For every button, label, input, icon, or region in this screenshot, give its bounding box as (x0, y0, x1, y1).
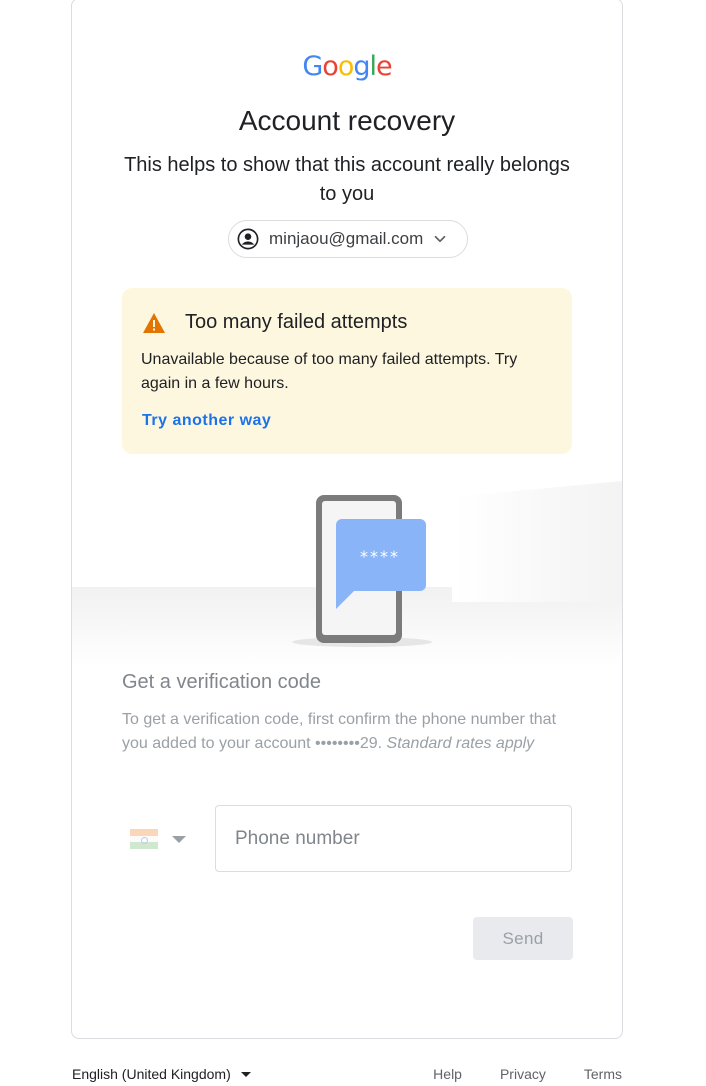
language-label: English (United Kingdom) (72, 1066, 231, 1082)
page-subtitle: This helps to show that this account rea… (124, 154, 570, 205)
bubble-code: **** (360, 547, 400, 566)
warning-box: Too many failed attempts Unavailable bec… (122, 288, 572, 454)
privacy-link[interactable]: Privacy (500, 1066, 546, 1082)
send-button[interactable]: Send (473, 917, 573, 960)
india-flag-icon (130, 829, 158, 850)
account-email: minjaou@gmail.com (269, 229, 424, 248)
phone-number-input[interactable] (215, 805, 572, 872)
account-circle-icon (237, 228, 259, 250)
terms-link[interactable]: Terms (584, 1066, 622, 1082)
chevron-down-icon (434, 235, 446, 243)
dropdown-arrow-icon (240, 1071, 251, 1077)
sms-illustration: **** (72, 481, 622, 667)
footer: English (United Kingdom) Help Privacy Te… (71, 1066, 623, 1086)
verification-description: To get a verification code, first confir… (122, 711, 557, 752)
warning-triangle-icon (143, 313, 165, 333)
country-selector[interactable] (130, 829, 186, 850)
try-another-way-link[interactable]: Try another way (142, 412, 271, 430)
page-title: Account recovery (238, 105, 456, 136)
google-logo: Google (302, 51, 392, 82)
verification-title: Get a verification code (122, 671, 321, 693)
warning-message: Unavailable because of too many failed a… (141, 351, 518, 392)
warning-title: Too many failed attempts (185, 311, 408, 333)
language-selector[interactable]: English (United Kingdom) (72, 1066, 251, 1082)
help-link[interactable]: Help (433, 1066, 462, 1082)
dropdown-arrow-icon (172, 835, 186, 843)
account-chip[interactable]: minjaou@gmail.com (228, 220, 468, 258)
recovery-card: Google Account recovery This helps to sh… (71, 0, 623, 1039)
standard-rates-note: Standard rates apply (386, 735, 535, 752)
